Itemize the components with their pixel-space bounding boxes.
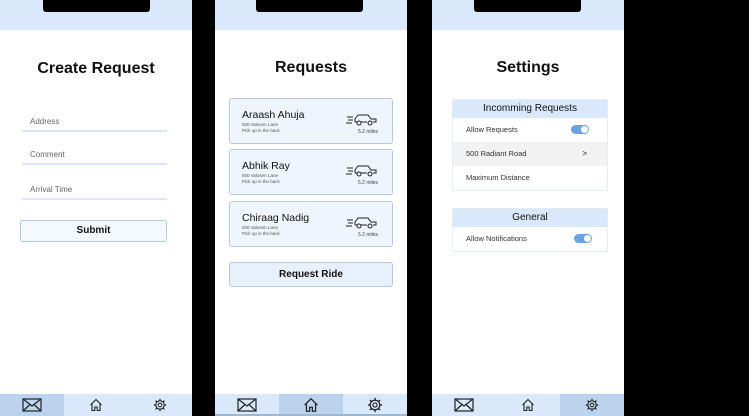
tab-bar (432, 394, 624, 416)
mail-icon (237, 398, 257, 412)
arrival-time-field[interactable]: Arrival Time (22, 182, 167, 200)
notch (256, 0, 363, 12)
notch (43, 0, 150, 12)
allow-notifications-toggle[interactable] (574, 234, 592, 243)
tab-mail[interactable] (432, 394, 496, 416)
submit-button[interactable]: Submit (20, 220, 167, 242)
distance-label: 5.2 miles (357, 129, 378, 135)
create-request-screen: Create Request Address Comment Arrival T… (0, 0, 192, 416)
gear-icon (153, 398, 167, 412)
notch (474, 0, 581, 12)
comment-field[interactable]: Comment (22, 147, 167, 165)
group-header: Incomming Requests (453, 100, 607, 118)
allow-notifications-label: Allow Notifications (466, 234, 527, 243)
address-row[interactable]: 500 Radiant Road > (453, 142, 607, 166)
tab-settings[interactable] (343, 394, 407, 416)
home-icon (304, 397, 318, 412)
comment-placeholder: Comment (30, 150, 65, 159)
maximum-distance-row[interactable]: Maximum Distance (453, 166, 607, 190)
allow-requests-toggle[interactable] (571, 125, 589, 134)
allow-requests-label: Allow Requests (466, 125, 518, 134)
address-placeholder: Address (30, 117, 60, 126)
rider-name: Araash Ahuja (242, 109, 305, 121)
settings-screen: Settings Incomming Requests Allow Reques… (432, 0, 624, 416)
car-icon (346, 217, 377, 229)
chevron-right-icon: > (582, 149, 587, 158)
rider-address: 500 Valosen Lane Pick up in the back (242, 173, 280, 184)
distance-label: 5.2 miles (357, 232, 378, 238)
request-ride-button[interactable]: Request Ride (229, 262, 393, 287)
request-card[interactable]: Chiraag Nadig 500 Valosen Lane Pick up in… (229, 201, 393, 247)
tab-bar (215, 394, 407, 416)
allow-requests-row: Allow Requests (453, 118, 607, 142)
tab-home[interactable] (64, 394, 128, 416)
tab-home[interactable] (496, 394, 560, 416)
car-icon (346, 114, 377, 126)
status-bar (215, 0, 407, 30)
car-icon (346, 165, 377, 177)
tab-settings[interactable] (560, 394, 624, 416)
address-field[interactable]: Address (22, 114, 167, 132)
rider-name: Chiraag Nadig (242, 212, 310, 224)
request-card[interactable]: Abhik Ray 500 Valosen Lane Pick up in the… (229, 149, 393, 195)
page-title: Requests (274, 59, 348, 76)
maximum-distance-label: Maximum Distance (466, 173, 530, 182)
gear-icon (367, 397, 383, 413)
address-label: 500 Radiant Road (466, 149, 527, 158)
home-icon (90, 398, 102, 412)
group-header: General (453, 209, 607, 227)
arrival-time-placeholder: Arrival Time (30, 185, 73, 194)
rider-address: 500 Valosen Lane Pick up in the back (242, 225, 280, 236)
tab-settings[interactable] (128, 394, 192, 416)
rider-name: Abhik Ray (242, 160, 290, 172)
mail-icon (22, 398, 42, 412)
general-group: General Allow Notifications (452, 208, 608, 252)
tab-bar (0, 394, 192, 416)
home-icon (522, 398, 534, 412)
allow-notifications-row: Allow Notifications (453, 227, 607, 251)
page-title: Settings (496, 59, 560, 76)
requests-screen: Requests Araash Ahuja 500 Valosen Lane Pi… (215, 0, 407, 416)
gear-icon (585, 398, 599, 412)
status-bar (432, 0, 624, 30)
rider-address: 500 Valosen Lane Pick up in the back (242, 122, 280, 133)
status-bar (0, 0, 192, 30)
incoming-requests-group: Incomming Requests Allow Requests 500 Ra… (452, 99, 608, 191)
tab-mail[interactable] (0, 394, 64, 416)
page-title: Create Request (37, 60, 155, 77)
request-card[interactable]: Araash Ahuja 500 Valosen Lane Pick up in … (229, 98, 393, 144)
mail-icon (454, 398, 474, 412)
distance-label: 5.2 miles (357, 180, 378, 186)
tab-home[interactable] (279, 394, 343, 416)
tab-mail[interactable] (215, 394, 279, 416)
